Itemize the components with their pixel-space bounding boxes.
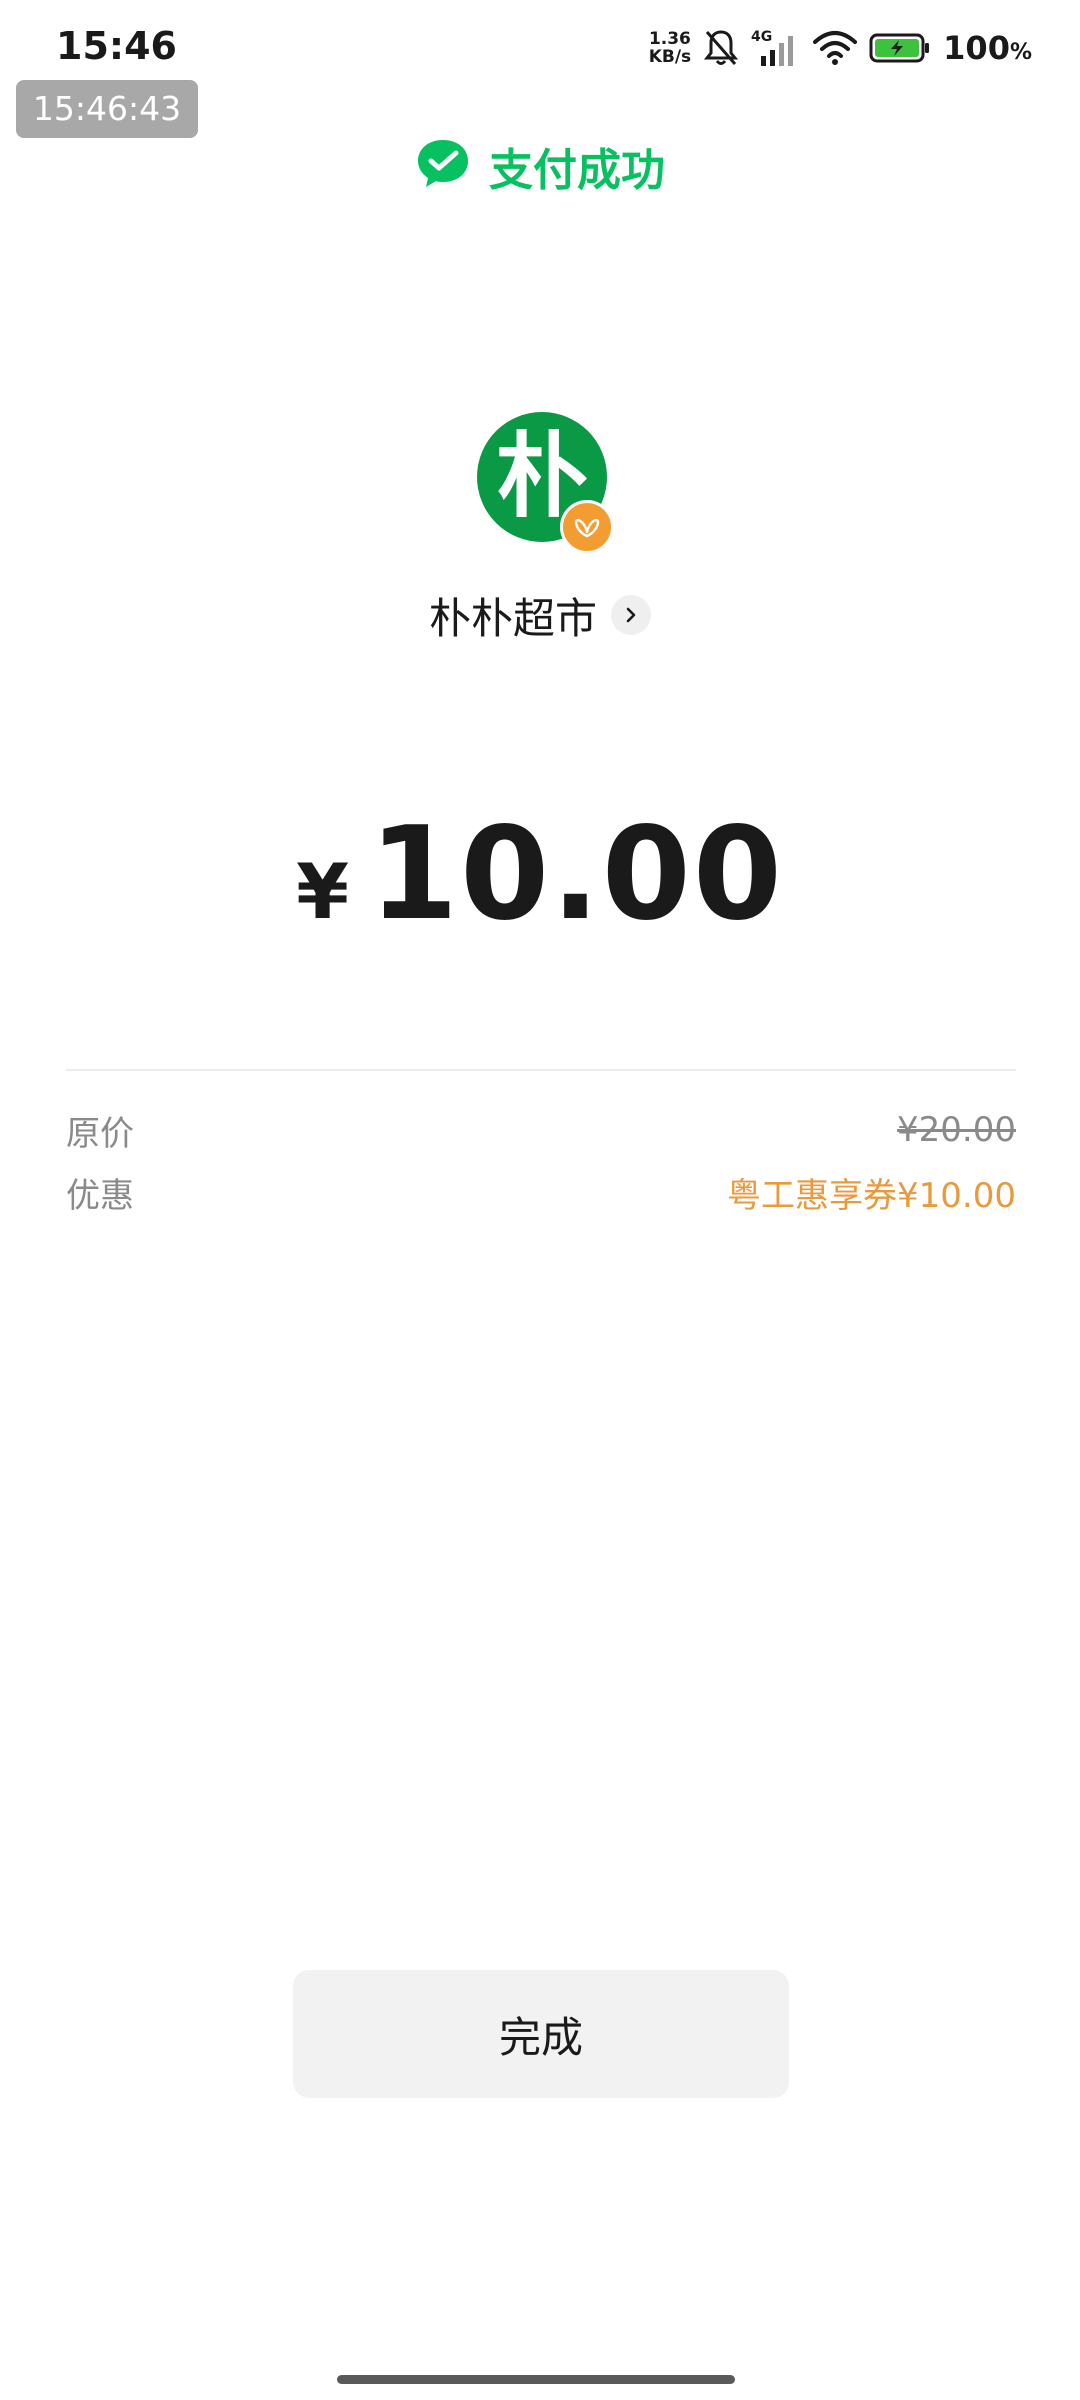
currency-symbol: ¥ [296,847,349,936]
wifi-icon [813,30,858,66]
original-price-value: ¥20.00 [897,1110,1016,1150]
chevron-right-icon [611,595,651,635]
battery-percent: 100% [943,29,1032,67]
discount-label: 优惠 [66,1175,134,1216]
battery-charging-icon [869,32,931,64]
battery-percent-value: 100 [943,29,1010,67]
battery-percent-sign: % [1009,40,1032,65]
done-button[interactable]: 完成 [293,1970,789,2098]
merchant-link[interactable]: 朴朴超市 [0,585,1080,645]
discount-value: 粤工惠享券¥10.00 [727,1175,1016,1216]
status-icons: 1.36 KB/s 4G 100% [649,26,1032,70]
original-price-row: 原价 ¥20.00 [66,1105,1016,1155]
screenshot-timestamp: 15:46:43 [16,80,198,138]
network-speed-unit: KB/s [648,47,692,67]
network-speed-value: 1.36 [648,29,691,49]
network-type-label: 4G [751,29,772,45]
amount-value: 10.00 [369,800,784,949]
home-indicator[interactable] [337,2375,735,2384]
network-speed: 1.36 KB/s [649,30,691,66]
success-title: 支付成功 [489,145,665,196]
status-time: 15:46 [56,24,177,68]
wechat-pay-icon [415,136,471,196]
payment-amount: ¥ 10.00 [0,800,1080,949]
muted-bell-icon [703,28,739,68]
merchant-name: 朴朴超市 [428,593,597,643]
butterfly-badge-icon [560,500,614,554]
discount-row: 优惠 粤工惠享券¥10.00 [66,1167,1016,1217]
success-header: 支付成功 [0,132,1080,200]
payment-success-screen: 15:46 1.36 KB/s 4G 100% 15:46:43 支付成功 朴 … [0,0,1080,2400]
divider [66,1069,1016,1071]
signal-icon: 4G [751,28,801,68]
original-price-label: 原价 [66,1113,134,1154]
